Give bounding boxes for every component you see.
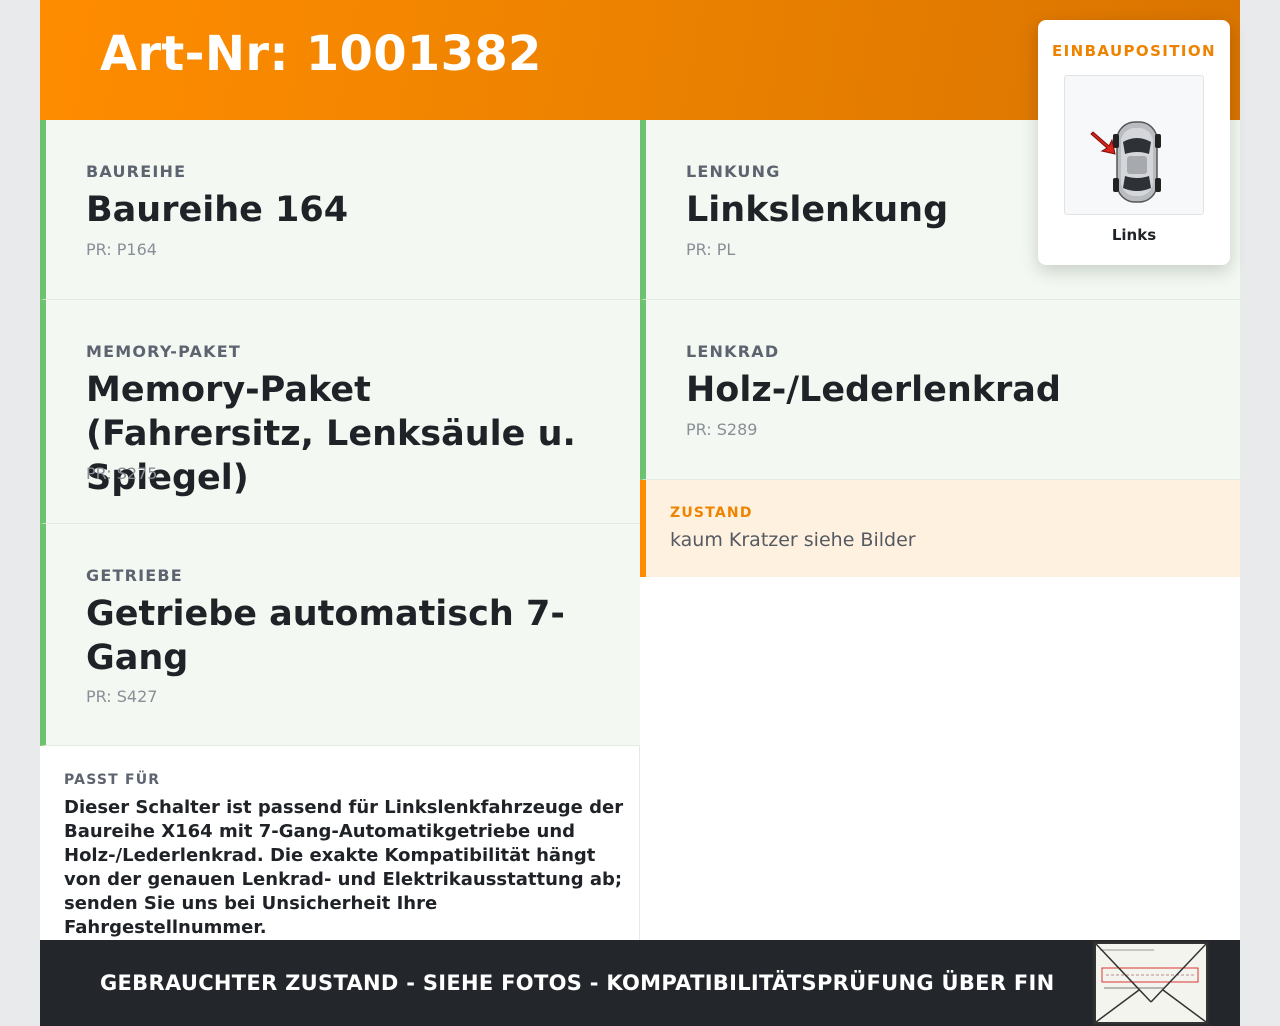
zustand-box: ZUSTAND kaum Kratzer siehe Bilder (640, 480, 1240, 577)
footer-bar: GEBRAUCHTER ZUSTAND - SIEHE FOTOS - KOMP… (40, 940, 1240, 1026)
card-lenkrad: LENKRAD Holz-/Lederlenkrad PR: S289 (640, 300, 1240, 480)
card-value: Getriebe automatisch 7-Gang (86, 594, 565, 678)
card-label: LENKRAD (686, 342, 780, 361)
card-label: BAUREIHE (86, 162, 187, 181)
einbauposition-card: EINBAUPOSITION Links (1038, 20, 1230, 265)
document-envelope-icon (1094, 942, 1208, 1024)
card-pr-code: PR: S427 (86, 687, 158, 706)
card-pr-code: PR: S275 (86, 464, 158, 483)
einbauposition-label: EINBAUPOSITION (1052, 42, 1216, 60)
card-label: GETRIEBE (86, 566, 183, 585)
passt-fuer-text: Dieser Schalter ist passend für Linkslen… (64, 797, 624, 938)
zustand-label: ZUSTAND (670, 505, 753, 521)
card-value: Memory-Paket (Fahrersitz, Lenksäule u. S… (86, 370, 576, 498)
card-pr-code: PR: S289 (686, 420, 758, 439)
einbauposition-value: Links (1111, 226, 1157, 244)
card-getriebe: GETRIEBE Getriebe automatisch 7-Gang PR:… (40, 524, 640, 746)
passt-fuer-section: PASST FÜR Dieser Schalter ist passend fü… (40, 746, 640, 940)
card-label: MEMORY-PAKET (86, 342, 241, 361)
card-memory-paket: MEMORY-PAKET Memory-Paket (Fahrersitz, L… (40, 300, 640, 524)
car-top-view-icon (1064, 75, 1204, 215)
card-baureihe: BAUREIHE Baureihe 164 PR: P164 (40, 120, 640, 300)
card-label: LENKUNG (686, 162, 781, 181)
zustand-text: kaum Kratzer siehe Bilder (670, 529, 916, 551)
card-pr-code: PR: PL (686, 240, 736, 259)
card-value: Baureihe 164 (86, 190, 349, 230)
vehicle-document-thumbnail[interactable] (1092, 940, 1210, 1026)
passt-fuer-label: PASST FÜR (64, 772, 161, 788)
footer-text: GEBRAUCHTER ZUSTAND - SIEHE FOTOS - KOMP… (100, 971, 1055, 995)
article-number-title: Art-Nr: 1001382 (100, 26, 542, 82)
card-pr-code: PR: P164 (86, 240, 157, 259)
card-value: Holz-/Lederlenkrad (686, 370, 1061, 410)
